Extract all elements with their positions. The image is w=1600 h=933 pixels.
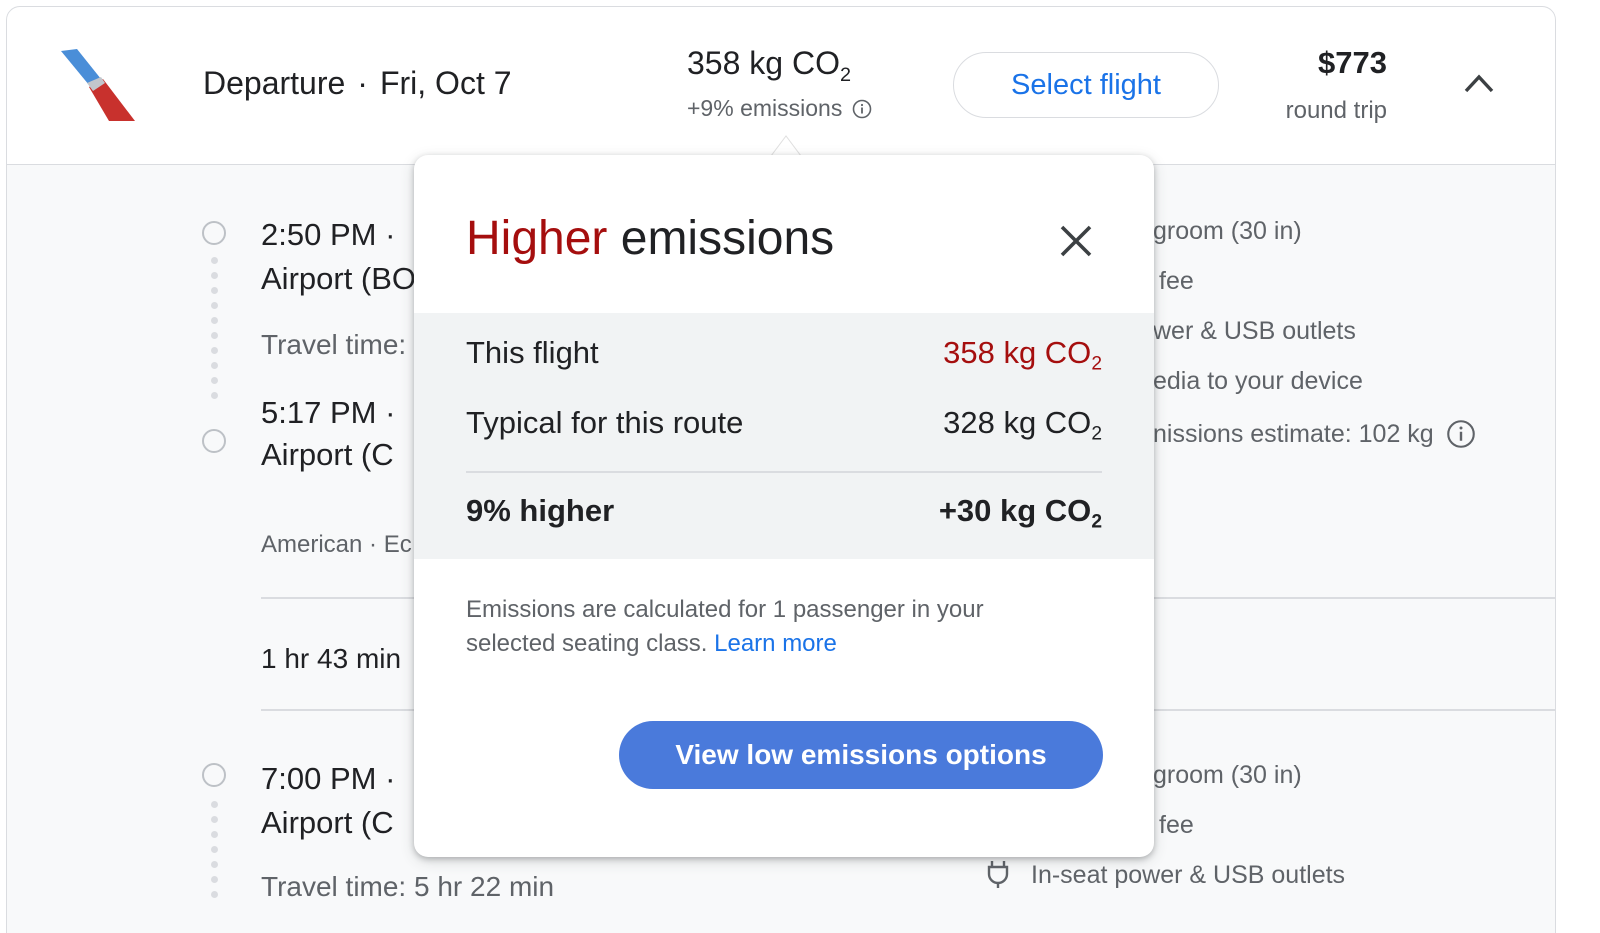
emissions-delta[interactable]: +9% emissions [687, 95, 872, 122]
separator-dot: · [357, 65, 368, 101]
segment1-arrive: 5:17 PM · [261, 395, 396, 430]
segment1-arrive-airport: Airport (C [261, 437, 394, 472]
segment2-depart: 7:00 PM · [261, 761, 396, 796]
segment1-carrier: American · Ec [261, 531, 412, 558]
timeline-dots [211, 257, 218, 407]
info-icon[interactable] [1446, 419, 1476, 449]
amenity-legroom: groom (30 in) [1153, 217, 1302, 245]
departure-date: Fri, Oct 7 [379, 65, 512, 101]
airline-logo [61, 49, 135, 121]
amenity-fee: fee [1159, 811, 1194, 839]
popup-title-rest: emissions [607, 212, 835, 265]
timeline-depart-circle [202, 221, 226, 245]
typical-route-label: Typical for this route [466, 405, 744, 440]
departure-label: Departure [203, 65, 346, 101]
difference-value: +30 kg CO2 [939, 493, 1102, 534]
co2-subscript: 2 [1091, 353, 1102, 375]
segment2-depart-airport: Airport (C [261, 805, 394, 840]
this-flight-label: This flight [466, 335, 599, 370]
segment1-depart-airport: Airport (BO [261, 261, 417, 296]
depart-time: 7:00 PM [261, 761, 377, 796]
layover-duration: 1 hr 43 min [261, 643, 402, 674]
segment2-travel-time: Travel time: 5 hr 22 min [261, 871, 555, 902]
amenity-emissions-estimate: nissions estimate: 102 kg [1153, 419, 1476, 449]
segment1-travel-time: Travel time: [261, 329, 407, 360]
power-plug-icon [987, 861, 1009, 888]
table-divider [466, 471, 1102, 473]
info-icon[interactable] [852, 99, 872, 119]
typical-route-amount: 328 kg CO [943, 405, 1092, 440]
price: $773 [1318, 45, 1387, 80]
popup-title: Higher emissions [466, 211, 834, 266]
difference-amount: +30 kg CO [938, 493, 1092, 528]
depart-time: 2:50 PM [261, 217, 377, 252]
this-flight-amount: 358 kg CO [943, 335, 1092, 370]
timeline-arrive-circle [202, 429, 226, 453]
amenity-media: edia to your device [1153, 367, 1363, 395]
close-icon[interactable] [1054, 219, 1098, 263]
emissions-comparison-table: This flight 358 kg CO2 Typical for this … [414, 313, 1154, 559]
co2-subscript: 2 [1091, 423, 1102, 445]
view-low-emissions-button[interactable]: View low emissions options [619, 721, 1103, 789]
price-type: round trip [1285, 97, 1387, 124]
select-flight-button[interactable]: Select flight [953, 52, 1219, 118]
this-flight-value: 358 kg CO2 [943, 335, 1102, 376]
arrive-time: 5:17 PM [261, 395, 377, 430]
difference-label: 9% higher [466, 493, 615, 528]
emissions-popup: Higher emissions This flight 358 kg CO2 … [414, 155, 1154, 857]
learn-more-link[interactable]: Learn more [714, 630, 837, 657]
amenity-fee: fee [1159, 267, 1194, 295]
popup-title-highlight: Higher [466, 212, 608, 265]
emissions-value: 358 kg CO2 [687, 45, 851, 87]
typical-route-value: 328 kg CO2 [943, 405, 1102, 446]
emissions-delta-text: +9% emissions [687, 95, 843, 121]
segment1-depart: 2:50 PM · [261, 217, 396, 252]
timeline-depart-circle [202, 763, 226, 787]
emissions-note: Emissions are calculated for 1 passenger… [466, 593, 1066, 661]
departure-title: Departure · Fri, Oct 7 [203, 65, 512, 102]
emissions-estimate-text: nissions estimate: 102 kg [1153, 419, 1434, 448]
co2-subscript: 2 [839, 63, 851, 86]
emissions-amount: 358 kg CO [687, 45, 840, 81]
amenity-power: wer & USB outlets [1153, 317, 1356, 345]
co2-subscript: 2 [1091, 511, 1102, 533]
amenity-legroom: groom (30 in) [1153, 761, 1302, 789]
amenity-power: In-seat power & USB outlets [1031, 861, 1346, 889]
chevron-up-icon[interactable] [1462, 71, 1496, 95]
timeline-dots [211, 801, 218, 906]
